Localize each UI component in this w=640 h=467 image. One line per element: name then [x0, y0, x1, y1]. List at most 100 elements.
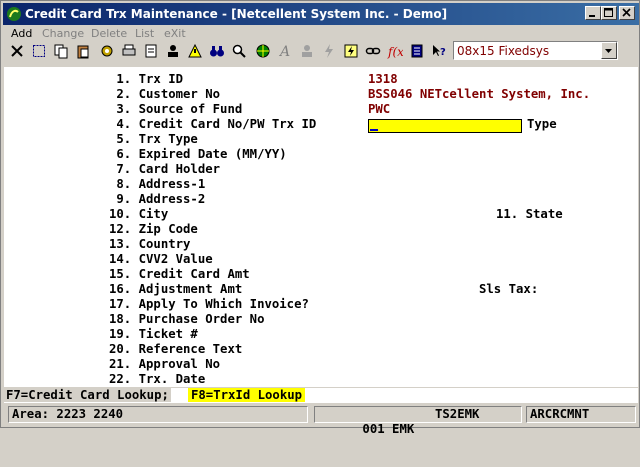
- field-label-source-of-fund: 3. Source of Fund: [109, 102, 243, 116]
- macro-icon: [344, 44, 358, 58]
- field-value-customer-no[interactable]: BSS046 NETcellent System, Inc.: [368, 87, 590, 102]
- x-icon: [11, 45, 23, 57]
- title-bar[interactable]: Credit Card Trx Maintenance - [Netcellen…: [3, 3, 639, 25]
- field-label-reference-text: 20. Reference Text: [109, 342, 243, 356]
- field-label-cvv2: 14. CVV2 Value: [109, 252, 213, 266]
- flash-tool[interactable]: [319, 41, 339, 61]
- select-tool[interactable]: [29, 41, 49, 61]
- web-tool[interactable]: [253, 41, 273, 61]
- gear-icon: [101, 45, 113, 57]
- help-pointer-icon: ?: [433, 45, 446, 58]
- field-label-expired-date: 6. Expired Date (MM/YY): [109, 147, 287, 161]
- font-dropdown-button[interactable]: [601, 42, 617, 59]
- text-cursor: [370, 129, 378, 131]
- font-select-value: 08x15 Fixedsys: [457, 44, 550, 58]
- field-value-source-of-fund[interactable]: PWC: [368, 102, 390, 117]
- font-tool[interactable]: A: [275, 41, 295, 61]
- field-label-trx-date: 22. Trx. Date: [109, 372, 206, 386]
- printer-icon: [122, 44, 136, 56]
- user-tool[interactable]: [163, 41, 183, 61]
- find-tool[interactable]: [207, 41, 227, 61]
- field-label-approval-no: 21. Approval No: [109, 357, 221, 371]
- field-label-credit-card-amt: 15. Credit Card Amt: [109, 267, 250, 281]
- macro-tool[interactable]: [341, 41, 361, 61]
- field-label-trx-id: 1. Trx ID: [109, 72, 184, 86]
- field-label-city: 10. City: [109, 207, 169, 221]
- field-value-trx-id[interactable]: 1318: [368, 72, 398, 87]
- close-button[interactable]: [619, 6, 635, 20]
- field-label-sls-tax: Sls Tax:: [479, 282, 539, 296]
- menu-add[interactable]: Add: [11, 27, 32, 40]
- clipboard-icon: [77, 45, 89, 59]
- menu-change[interactable]: Change: [42, 27, 84, 40]
- field-label-purchase-order: 18. Purchase Order No: [109, 312, 265, 326]
- page-icon: [145, 44, 157, 58]
- status-user: 001 EMK TS2EMK: [314, 406, 522, 436]
- status-user-id: 001 EMK: [362, 422, 415, 436]
- window-title: Credit Card Trx Maintenance - [Netcellen…: [25, 7, 448, 21]
- field-label-trx-type: 5. Trx Type: [109, 132, 198, 146]
- alert-tool[interactable]: [185, 41, 205, 61]
- print-setup-tool[interactable]: [119, 41, 139, 61]
- field-label-country: 13. Country: [109, 237, 191, 251]
- menu-exit[interactable]: eXit: [164, 27, 186, 40]
- zoom-tool[interactable]: [229, 41, 249, 61]
- magnifier-icon: [232, 44, 246, 58]
- warning-icon: [188, 43, 202, 58]
- menu-delete[interactable]: Delete: [91, 27, 127, 40]
- status-terminal: TS2EMK: [435, 407, 480, 421]
- field-label-apply-invoice: 17. Apply To Which Invoice?: [109, 297, 309, 311]
- field-label-credit-card-no: 4. Credit Card No/PW Trx ID: [109, 117, 317, 131]
- user-gray-tool[interactable]: [297, 41, 317, 61]
- minimize-button[interactable]: [585, 6, 601, 20]
- chevron-down-icon: [605, 49, 612, 53]
- menu-list[interactable]: List: [135, 27, 154, 40]
- type-label: Type: [527, 117, 557, 131]
- notes-tool[interactable]: [407, 41, 427, 61]
- lightning-icon: [325, 44, 333, 58]
- status-bar: Area: 2223 2240 001 EMK TS2EMK ARCRCMNT: [4, 405, 638, 436]
- field-label-ticket: 19. Ticket #: [109, 327, 198, 341]
- field-label-adjustment-amt: 16. Adjustment Amt: [109, 282, 243, 296]
- person-disabled-icon: [302, 45, 312, 57]
- close-icon: [622, 8, 631, 17]
- copy-icon: [54, 44, 68, 59]
- settings-tool[interactable]: [97, 41, 117, 61]
- help-tool[interactable]: ?: [429, 41, 449, 61]
- field-label-address-2: 9. Address-2: [109, 192, 206, 206]
- status-program: ARCRCMNT: [526, 406, 636, 423]
- function-tool[interactable]: f(x): [385, 41, 405, 61]
- copy-tool[interactable]: [51, 41, 71, 61]
- user-icon: [168, 45, 178, 57]
- link-icon: [365, 47, 381, 55]
- field-label-customer-no: 2. Customer No: [109, 87, 221, 101]
- field-label-zip-code: 12. Zip Code: [109, 222, 198, 236]
- app-window: Credit Card Trx Maintenance - [Netcellen…: [0, 0, 640, 436]
- notes-icon: [411, 44, 423, 58]
- credit-card-no-input[interactable]: [368, 119, 522, 133]
- field-label-state: 11. State: [496, 207, 563, 221]
- field-label-address-1: 8. Address-1: [109, 177, 206, 191]
- page-tool[interactable]: [141, 41, 161, 61]
- svg-text:A: A: [278, 44, 290, 59]
- binoculars-icon: [210, 46, 224, 57]
- paste-tool[interactable]: [73, 41, 93, 61]
- cancel-tool[interactable]: [7, 41, 27, 61]
- svg-text:f(x): f(x): [387, 45, 403, 59]
- status-area: Area: 2223 2240: [8, 406, 308, 423]
- italic-a-icon: A: [278, 44, 290, 59]
- maximize-icon: [604, 8, 613, 17]
- svg-text:?: ?: [440, 47, 446, 58]
- app-icon: [7, 7, 21, 21]
- maximize-button[interactable]: [601, 6, 617, 20]
- selection-icon: [33, 45, 45, 57]
- minimize-icon: [589, 15, 595, 17]
- link-tool[interactable]: [363, 41, 383, 61]
- field-label-card-holder: 7. Card Holder: [109, 162, 221, 176]
- f7-lookup-key[interactable]: F7=Credit Card Lookup;: [4, 388, 171, 402]
- terminal-screen: 1. Trx ID 1318 2. Customer No BSS046 NET…: [4, 67, 638, 387]
- font-select[interactable]: 08x15 Fixedsys: [453, 41, 618, 60]
- f8-lookup-key[interactable]: F8=TrxId Lookup: [188, 388, 306, 402]
- globe-icon: [256, 44, 270, 58]
- function-icon: f(x): [387, 45, 403, 59]
